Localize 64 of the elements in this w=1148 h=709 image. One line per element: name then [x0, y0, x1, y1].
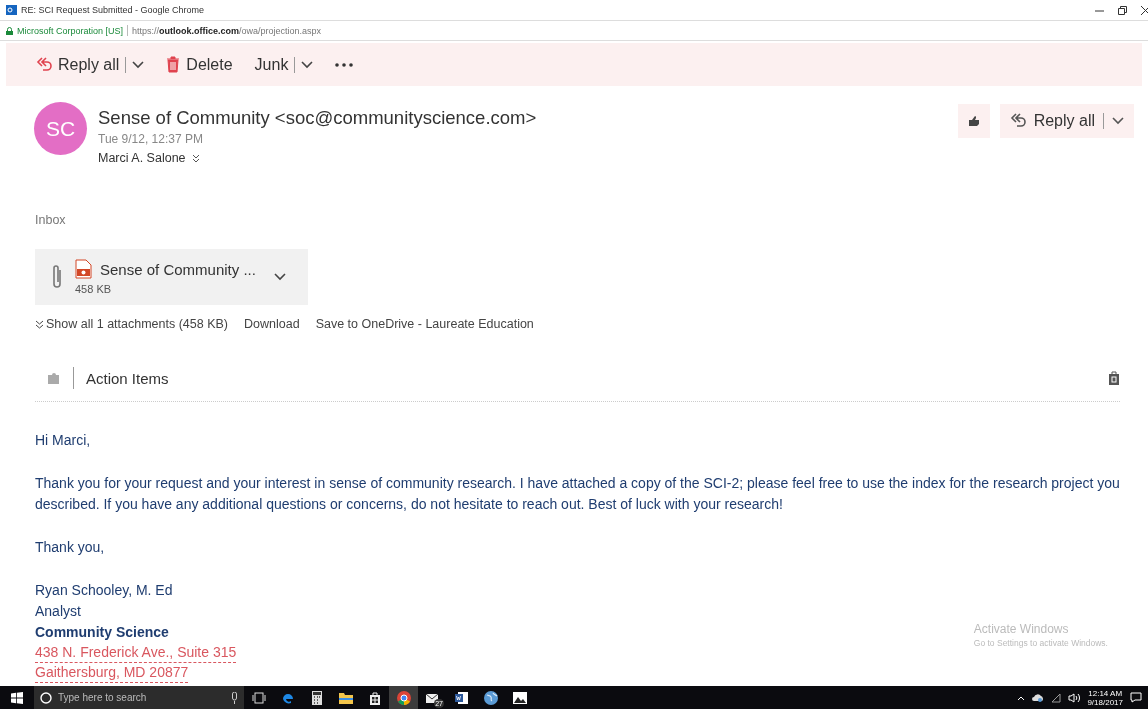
taskbar-app[interactable] [389, 686, 418, 709]
address-link[interactable]: Gaithersburg, MD 20877 [35, 663, 189, 683]
message-paragraph: Thank you for your request and your interest in sense of community research. I have attached a copy of the SCI-2; please feel free to use the index for the research project you described. If you have any additional questions or concerns, do not hesitate to reach out. Best of luck with your research! [35, 474, 1121, 514]
thumbs-up-icon [967, 115, 980, 127]
paperclip-icon [51, 264, 63, 290]
caret-icon[interactable] [1112, 117, 1124, 125]
volume-icon[interactable] [1068, 692, 1081, 703]
signature-line: Community Science [35, 623, 169, 642]
search-input[interactable]: Type here to search [58, 692, 225, 703]
activation-title: Activate Windows [973, 622, 1070, 636]
more-icon[interactable] [335, 62, 354, 67]
show-attachments-link[interactable]: Show all 1 attachments (458 KB) [35, 317, 229, 331]
reply-all-icon [36, 55, 52, 74]
reply-all-button[interactable]: Reply all [36, 55, 145, 74]
clock-time[interactable]: 12:14 AM [1088, 688, 1123, 698]
chrome-icon [395, 689, 412, 706]
restore-icon[interactable] [1118, 5, 1127, 15]
window-title: RE: SCI Request Submitted - Google Chrome [21, 5, 205, 15]
greeting-text: Hi Marci, [35, 431, 92, 450]
signature-line: Ryan Schooley, M. Ed [35, 581, 173, 600]
activation-hint: Go to Settings to activate Windows. [973, 638, 1108, 648]
folder-label: Inbox [35, 213, 67, 227]
image-icon [511, 689, 528, 706]
document-icon [453, 689, 470, 706]
double-chevron-icon[interactable] [191, 153, 200, 163]
reply-all-icon [1009, 112, 1026, 130]
caret-icon[interactable] [301, 60, 314, 69]
signature-line: Analyst [35, 602, 81, 621]
cloud-icon[interactable] [1032, 692, 1045, 703]
double-chevron-icon [35, 319, 44, 329]
delete-button[interactable]: Delete [166, 55, 233, 74]
avatar: SC [34, 102, 87, 155]
reply-all-button[interactable]: Reply all [999, 104, 1134, 138]
closing-text: Thank you, [35, 538, 106, 557]
download-link[interactable]: Download [244, 317, 300, 331]
attachment-card[interactable]: Sense of Community ... 458 KB [35, 249, 308, 305]
search-icon [40, 691, 52, 704]
pdf-file-icon [75, 259, 92, 279]
bag-icon[interactable] [1108, 370, 1120, 386]
clock-date[interactable]: 9/18/2017 [1087, 697, 1123, 707]
save-link[interactable]: Save to OneDrive - Laureate Education [315, 317, 534, 331]
task-view-icon[interactable] [251, 691, 266, 704]
trash-icon [166, 56, 181, 73]
lock-icon [6, 26, 13, 35]
search-bar[interactable]: Type here to search [34, 686, 244, 709]
close-icon[interactable] [1141, 5, 1148, 15]
attachment-size: 458 KB [75, 283, 113, 295]
attachment-name: Sense of Community ... [100, 260, 256, 278]
caret-icon[interactable] [132, 60, 145, 69]
url-text[interactable]: https://outlook.office.com/owa/projection.aspx [132, 25, 322, 36]
recipient-name: Marci A. Salone [98, 151, 186, 165]
junk-button[interactable]: Junk [254, 55, 314, 74]
sent-date: Tue 9/12, 12:37 PM [98, 132, 204, 146]
chevron-up-icon[interactable] [1017, 694, 1026, 701]
caret-icon[interactable] [273, 273, 286, 281]
notification-icon[interactable] [1130, 692, 1142, 703]
like-button[interactable] [957, 104, 990, 138]
windows-start-icon[interactable] [11, 691, 23, 704]
globe-icon [482, 689, 499, 706]
action-items-label: Action Items [86, 369, 169, 387]
sender-name: Sense of Community <soc@communityscience.com> [98, 107, 537, 129]
microphone-icon[interactable] [231, 691, 238, 704]
address-link[interactable]: 438 N. Frederick Ave., Suite 315 [35, 643, 237, 663]
security-label: Microsoft Corporation [US] [17, 25, 124, 36]
